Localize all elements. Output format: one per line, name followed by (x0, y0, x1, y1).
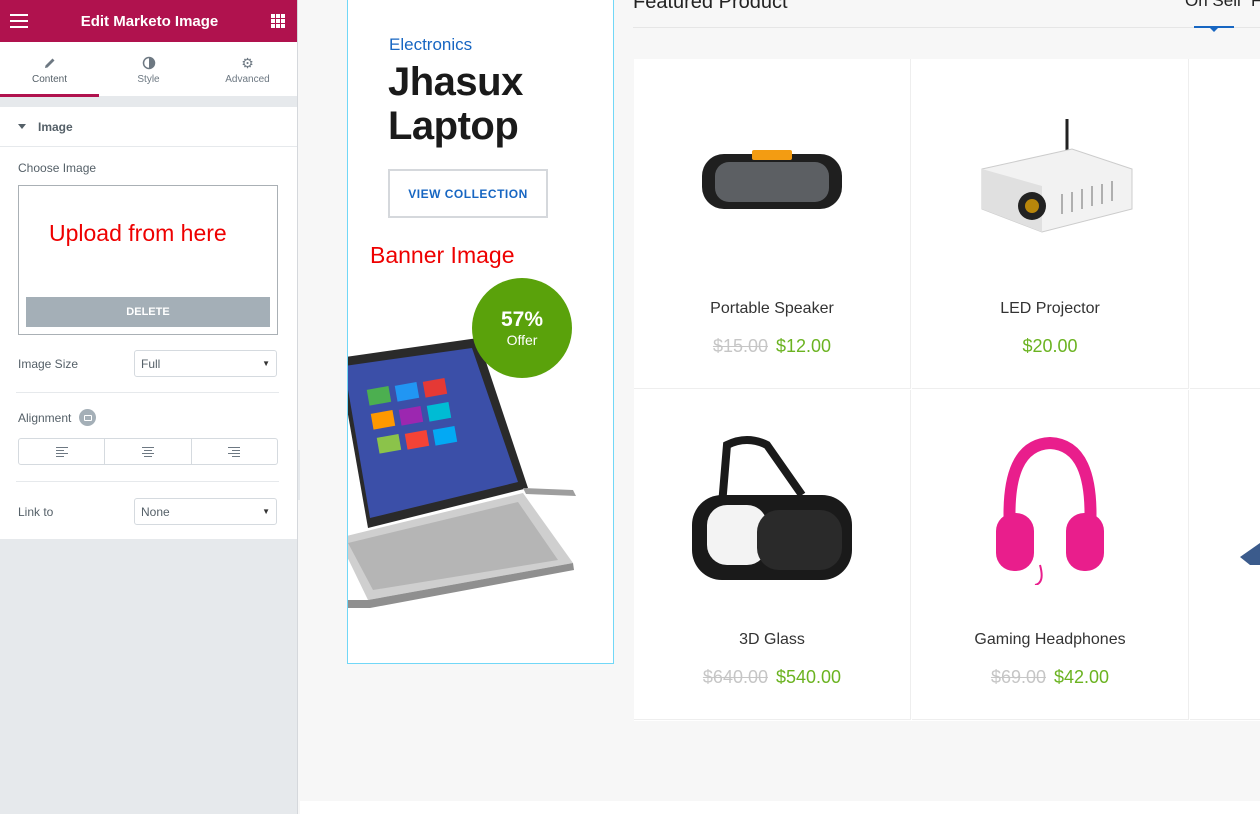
link-to-value: None (141, 504, 170, 519)
widgets-grid-icon[interactable] (270, 14, 285, 28)
section-toggle-image[interactable]: Image (0, 107, 297, 147)
panel-header: Edit Marketo Image (0, 0, 297, 42)
gear-icon: ⚙ (241, 54, 254, 71)
product-price: $640.00 $540.00 (634, 667, 910, 688)
product-card-partial[interactable] (1190, 59, 1260, 389)
image-size-select[interactable]: Full ▼ (134, 350, 277, 377)
align-left-button[interactable] (19, 439, 106, 464)
contrast-icon (142, 56, 155, 69)
pencil-icon (44, 58, 54, 68)
product-image (962, 430, 1137, 590)
tab-advanced-label: Advanced (225, 73, 270, 85)
product-name: Portable Speaker (710, 300, 834, 317)
headphones-image (995, 436, 1104, 585)
tab-style-label: Style (137, 73, 160, 85)
alignment-buttons (18, 438, 278, 465)
speaker-image (701, 150, 842, 209)
link-to-select[interactable]: None ▼ (134, 498, 277, 525)
upload-annotation: Upload from here (49, 220, 227, 246)
banner-title: Jhasux Laptop (388, 60, 523, 148)
image-size-label: Image Size (18, 356, 79, 371)
align-right-icon (228, 446, 241, 457)
featured-product-heading: Featured Product (633, 0, 788, 13)
product-card[interactable]: Gaming Headphones $69.00 $42.00 (912, 390, 1189, 720)
product-name: 3D Glass (739, 631, 805, 648)
product-old-price: $15.00 (712, 336, 768, 356)
section-title: Image (38, 119, 73, 134)
select-arrow-icon: ▼ (262, 507, 270, 516)
product-card-partial[interactable] (1190, 390, 1260, 720)
tab-advanced[interactable]: ⚙ Advanced (198, 42, 297, 96)
product-price: $69.00 $42.00 (912, 667, 1188, 688)
tab-next-partial[interactable]: F (1251, 0, 1260, 11)
product-name: LED Projector (1000, 300, 1100, 317)
partial-product-image (1240, 543, 1260, 565)
laptop-image (348, 338, 576, 608)
tab-on-sell[interactable]: On Sell (1185, 0, 1241, 11)
banner-title-line1: Jhasux (388, 60, 523, 104)
offer-label: Offer (506, 332, 538, 348)
tab-content-label: Content (31, 73, 68, 85)
preview-footer-strip (300, 801, 1260, 814)
align-left-icon (55, 446, 68, 457)
section-rule (633, 27, 1260, 28)
divider (16, 481, 279, 482)
delete-button[interactable]: DELETE (26, 297, 270, 327)
menu-icon[interactable] (10, 14, 28, 28)
alignment-label-row: Alignment (18, 409, 277, 426)
active-tab-indicator (1194, 26, 1234, 32)
product-old-price: $69.00 (990, 667, 1046, 687)
product-grid: Portable Speaker $15.00 $12.00 LED Proje… (634, 59, 1260, 721)
select-arrow-icon: ▼ (262, 359, 270, 368)
panel-title: Edit Marketo Image (80, 12, 219, 30)
product-image (684, 430, 859, 590)
vr-headset-image (691, 436, 852, 580)
view-collection-button[interactable]: VIEW COLLECTION (388, 169, 548, 218)
product-image (962, 99, 1137, 259)
product-new-price: $540.00 (776, 667, 842, 687)
image-size-value: Full (141, 356, 161, 371)
product-image (684, 99, 859, 259)
product-new-price: $42.00 (1054, 667, 1110, 687)
editor-panel: Edit Marketo Image Content Style ⚙ Advan… (0, 0, 298, 814)
offer-badge: 57% Offer (472, 278, 572, 378)
align-center-button[interactable] (105, 439, 192, 464)
product-card[interactable]: LED Projector $20.00 (912, 59, 1189, 389)
product-card[interactable]: Portable Speaker $15.00 $12.00 (634, 59, 911, 389)
tab-content[interactable]: Content (0, 42, 99, 97)
banner-widget[interactable]: Electronics Jhasux Laptop VIEW COLLECTIO… (347, 0, 614, 664)
panel-tabs: Content Style ⚙ Advanced (0, 42, 297, 97)
banner-title-line2: Laptop (388, 104, 519, 148)
product-card[interactable]: 3D Glass $640.00 $540.00 (634, 390, 911, 720)
caret-down-icon (18, 124, 26, 129)
link-to-label: Link to (18, 504, 54, 519)
projector-image (981, 119, 1133, 233)
image-size-row: Image Size Full ▼ (18, 350, 277, 377)
banner-category: Electronics (389, 35, 473, 54)
alignment-label: Alignment (18, 410, 72, 425)
product-new-price: $20.00 (1022, 336, 1078, 356)
product-price: $15.00 $12.00 (634, 336, 910, 357)
section-gap (0, 97, 297, 107)
choose-image-label: Choose Image (18, 161, 97, 175)
product-price: $20.00 (912, 336, 1188, 357)
product-old-price: $640.00 (702, 667, 768, 687)
product-new-price: $12.00 (776, 336, 832, 356)
banner-image-annotation: Banner Image (370, 242, 515, 268)
link-to-row: Link to None ▼ (18, 498, 277, 525)
tab-style[interactable]: Style (99, 42, 198, 96)
divider (16, 392, 279, 393)
image-controls: Choose Image Upload from here DELETE Ima… (0, 147, 297, 539)
product-name: Gaming Headphones (974, 631, 1126, 648)
offer-percent: 57% (500, 308, 544, 331)
responsive-monitor-icon[interactable] (79, 409, 97, 426)
image-chooser[interactable]: Upload from here DELETE (18, 185, 278, 335)
align-right-button[interactable] (192, 439, 277, 464)
align-center-icon (141, 446, 154, 457)
